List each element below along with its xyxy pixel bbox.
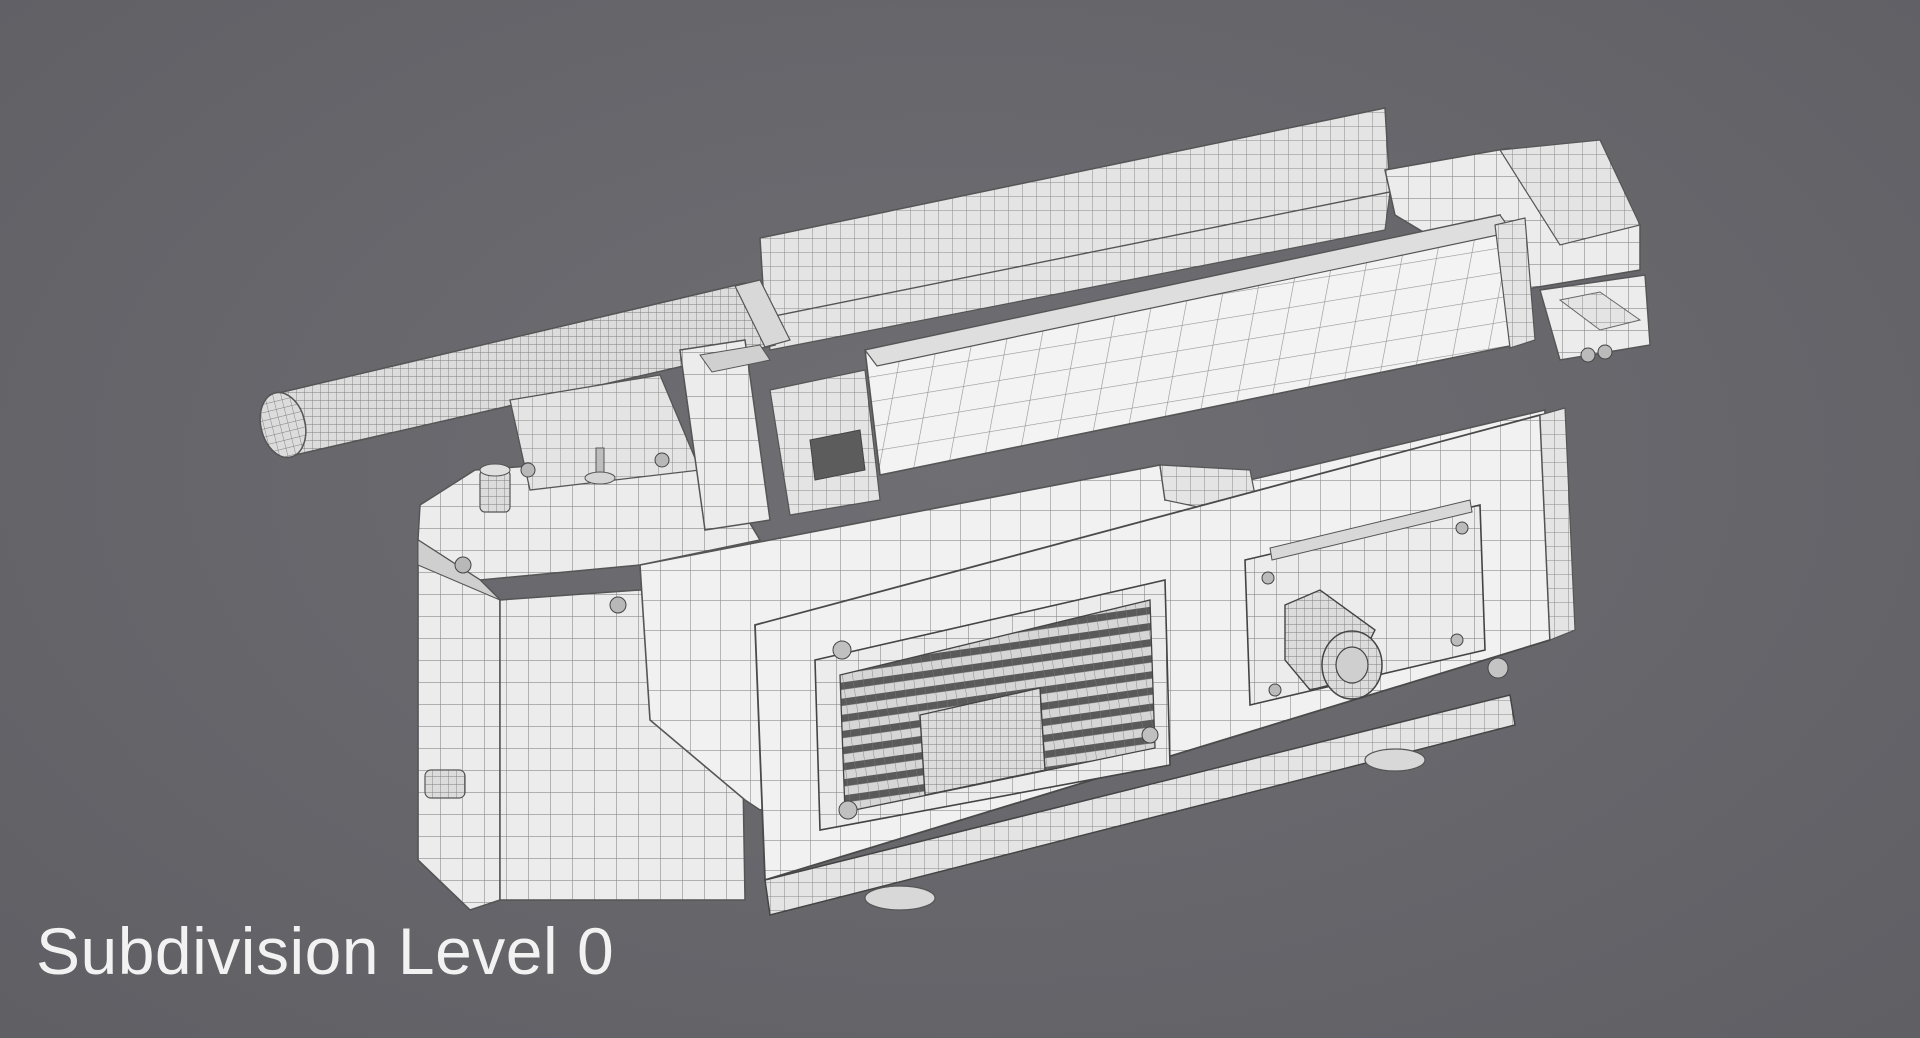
wireframe-model [259, 107, 1651, 916]
subdivision-level-label: Subdivision Level 0 [36, 914, 615, 988]
inner-channel [769, 369, 881, 516]
viewport-render: Subdivision Level 0 [0, 0, 1920, 1038]
